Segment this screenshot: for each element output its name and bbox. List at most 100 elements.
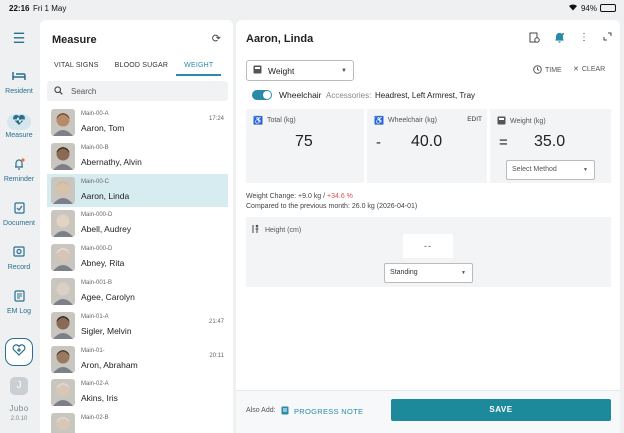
nav-item-measure[interactable]: Measure — [0, 114, 38, 139]
panel-title: Measure — [52, 34, 97, 46]
heart-pulse-icon — [7, 114, 31, 130]
list-item[interactable]: Main-000-D Abell, Audrey — [47, 207, 228, 241]
header-actions: ⋮ — [529, 32, 612, 46]
time-button[interactable]: TIME — [533, 65, 562, 76]
measure-type-value: Weight — [268, 65, 295, 76]
battery-percent: 94% — [580, 3, 597, 13]
list-item[interactable]: Main-01- Aron, Abraham 20:11 — [47, 343, 228, 377]
nav-item-em-log[interactable]: EM Log — [0, 290, 38, 315]
avatar — [51, 345, 75, 373]
list-item[interactable]: Main-00-B Abernathy, Alvin — [47, 140, 228, 174]
scale-icon — [497, 116, 506, 127]
total-weight-card: ♿ Total (kg) 75 — [246, 109, 364, 183]
battery-icon — [600, 4, 616, 12]
list-item[interactable]: Main-00-A Aaron, Tom 17:24 — [47, 106, 228, 140]
wheelchair-icon: ♿ — [374, 116, 384, 125]
tab-weight[interactable]: WEIGHT — [176, 58, 222, 76]
last-measure-time: 20:11 — [209, 352, 224, 359]
height-position-select[interactable]: Standing ▼ — [384, 263, 473, 283]
list-item[interactable]: Main-02-B — [47, 410, 228, 433]
user-avatar[interactable]: J — [10, 377, 28, 395]
nav-item-document[interactable]: Document — [0, 202, 38, 227]
room-label: Main-01- — [81, 347, 105, 354]
person-wheelchair-icon: ♿ — [253, 116, 263, 125]
close-icon: ✕ — [573, 66, 579, 73]
heart-plus-icon — [12, 344, 26, 359]
nav-item-reminder[interactable]: Reminder — [0, 158, 38, 183]
height-icon — [252, 224, 261, 236]
room-label: Main-000-D — [81, 212, 113, 219]
list-item[interactable]: Main-01-A Sigler, Melvin 21:47 — [47, 309, 228, 343]
page-title: Aaron, Linda — [246, 33, 314, 45]
search-placeholder: Search — [71, 86, 97, 96]
last-measure-time: 21:47 — [208, 318, 224, 325]
resident-name: Aron, Abraham — [81, 359, 138, 370]
patient-list-panel: Measure ⟳ VITAL SIGNS BLOOD SUGAR WEIGHT… — [40, 20, 233, 433]
nav-rail: ☰ Resident Measure Reminder Document Rec… — [0, 18, 38, 433]
form-footer: Also Add: PROGRESS NOTE SAVE — [236, 390, 620, 433]
clear-button[interactable]: ✕ CLEAR — [573, 65, 605, 74]
refresh-icon[interactable]: ⟳ — [212, 32, 221, 45]
net-weight-value: 35.0 — [534, 133, 566, 150]
room-label: Main-000-D — [81, 246, 113, 253]
bed-icon — [7, 70, 31, 86]
avatar — [51, 379, 75, 407]
height-label-text: Height (cm) — [265, 226, 302, 234]
weight-change-text: Weight Change: +9.0 kg / — [246, 193, 328, 200]
also-add-label: Also Add: — [246, 407, 276, 414]
tab-vital-signs[interactable]: VITAL SIGNS — [46, 58, 107, 76]
list-item[interactable]: Main-02-A Akins, Iris — [47, 376, 228, 410]
resident-name: Agee, Carolyn — [81, 291, 135, 302]
expand-icon[interactable] — [603, 32, 612, 46]
total-value[interactable]: 75 — [295, 133, 313, 151]
scale-icon — [253, 65, 262, 76]
clock-icon — [533, 65, 542, 76]
room-label: Main-001-B — [81, 279, 113, 286]
list-item[interactable]: Main-001-B Agee, Carolyn — [47, 275, 228, 309]
room-label: Main-02-A — [81, 381, 109, 388]
search-input[interactable]: Search — [47, 81, 228, 101]
avatar — [51, 311, 75, 339]
chevron-down-icon: ▼ — [583, 167, 588, 173]
method-select[interactable]: Select Method ▼ — [506, 160, 595, 180]
note-icon — [281, 406, 289, 417]
avatar — [51, 176, 75, 204]
add-measure-fab[interactable] — [5, 338, 33, 366]
weight-change: Weight Change: +9.0 kg / +34.6 % — [246, 193, 353, 200]
net-weight-card: Weight (kg) = 35.0 Select Method ▼ — [490, 109, 611, 183]
height-position-value: Standing — [390, 269, 418, 276]
room-label: Main-00-B — [81, 144, 109, 151]
more-options-icon[interactable]: ⋮ — [579, 32, 589, 46]
list-item[interactable]: Main-000-D Abney, Rita — [47, 241, 228, 275]
status-date: Fri 1 May — [33, 4, 67, 13]
progress-note-button[interactable]: PROGRESS NOTE — [281, 406, 363, 417]
brand-logo: Jubo — [9, 404, 29, 413]
list-item[interactable]: Main-00-C Aaron, Linda — [47, 173, 228, 208]
resident-name: Aaron, Linda — [81, 190, 130, 201]
time-button-label: TIME — [545, 67, 562, 74]
status-time: 22:16 — [9, 4, 30, 13]
method-select-placeholder: Select Method — [512, 166, 557, 173]
record-icon — [7, 246, 31, 262]
total-label-text: Total (kg) — [266, 117, 296, 124]
hamburger-menu-icon[interactable]: ☰ — [9, 30, 29, 46]
wheelchair-toggle[interactable] — [252, 90, 272, 100]
document-icon — [7, 202, 31, 218]
save-button[interactable]: SAVE — [391, 399, 611, 421]
avatar — [51, 413, 75, 433]
nav-item-record[interactable]: Record — [0, 246, 38, 271]
em-log-icon — [7, 290, 31, 306]
room-label: Main-00-A — [81, 111, 109, 117]
height-input[interactable]: -- — [403, 234, 453, 258]
edit-button[interactable]: EDIT — [467, 116, 482, 123]
report-icon[interactable] — [529, 32, 540, 46]
patient-list: Main-00-A Aaron, Tom 17:24 Main-00-B Abernat… — [47, 106, 228, 433]
reminder-bell-icon[interactable] — [554, 32, 565, 46]
nav-item-resident[interactable]: Resident — [0, 70, 38, 95]
app-version: 2.0.10 — [10, 416, 28, 422]
chevron-down-icon: ▼ — [341, 67, 347, 74]
nav-label-reminder: Reminder — [3, 176, 35, 183]
nav-label-measure: Measure — [5, 132, 33, 139]
tab-blood-sugar[interactable]: BLOOD SUGAR — [107, 58, 177, 76]
measure-type-select[interactable]: Weight ▼ — [246, 60, 354, 81]
